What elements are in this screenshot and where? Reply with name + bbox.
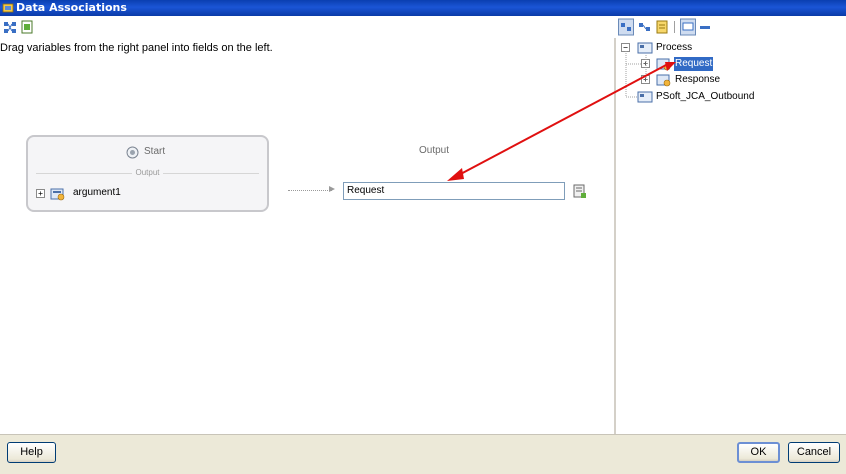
tree-label-request: Request [674,57,714,71]
panel-splitter[interactable] [614,38,616,434]
expand-plus-icon[interactable]: + [641,75,650,84]
title-bar: Data Associations [0,0,846,16]
variable-icon [656,58,671,71]
variable-icon [50,188,65,201]
ok-button[interactable]: OK [737,442,780,463]
page-icon[interactable] [20,18,34,36]
start-title: Start [144,146,166,157]
variable-view-icon[interactable] [618,18,634,36]
expand-plus-icon[interactable]: + [36,189,45,198]
tree-guide-lines [625,51,647,98]
collapse-minus-icon[interactable]: − [621,43,630,52]
tree-label-process: Process [656,42,693,53]
output-column-label: Output [419,145,450,156]
dialog-button-bar [0,434,846,474]
process-icon [637,42,653,54]
help-button[interactable]: Help [7,442,56,463]
expand-plus-icon[interactable]: + [641,59,650,68]
window-app-icon [2,3,14,13]
connector-line [288,190,332,191]
collapse-icon[interactable] [699,18,711,36]
instructions-text: Drag variables from the right panel into… [0,42,273,54]
tree-label-psoft: PSoft_JCA_Outbound [656,91,755,102]
variable-icon [656,74,671,87]
list-icon[interactable] [656,18,668,36]
output-section-label: Output [132,168,163,177]
toolbar-separator [674,21,675,33]
argument-label: argument1 [73,187,121,198]
start-icon [126,146,139,159]
tree-label-response: Response [675,74,721,85]
panel-icon[interactable] [680,18,696,36]
cancel-button[interactable]: Cancel [788,442,840,463]
annotation-arrow [447,62,676,181]
map-icon[interactable] [3,18,17,36]
output-request-field[interactable]: Request [343,182,565,200]
connector-arrow-icon [329,186,335,192]
start-node: Start Output + argument1 [26,135,269,212]
window-title: Data Associations [16,1,127,14]
expression-builder-icon[interactable] [573,184,587,199]
process-icon [637,91,653,103]
type-view-icon[interactable] [638,18,652,36]
